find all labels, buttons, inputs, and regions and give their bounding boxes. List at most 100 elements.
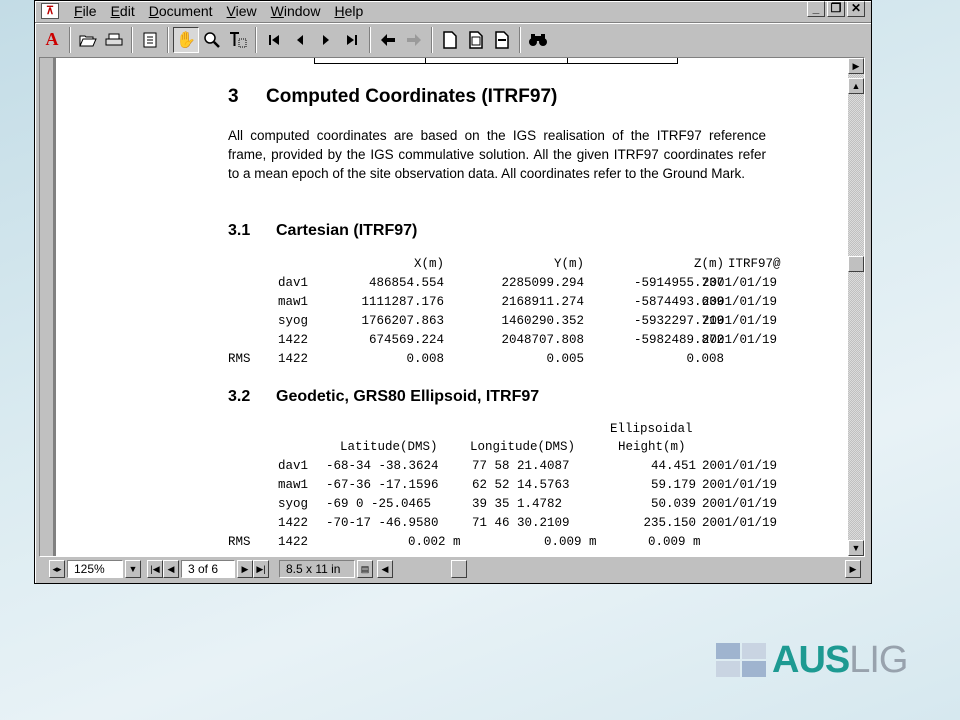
- col-header-latitude: Latitude(DMS): [340, 440, 438, 454]
- scroll-thumb[interactable]: [848, 256, 864, 272]
- epoch-value: 2001/01/19: [702, 314, 778, 328]
- horizontal-scrollbar[interactable]: [431, 560, 841, 578]
- page-layout-icon[interactable]: ▤: [357, 560, 373, 578]
- latitude-value: -67-36 -17.1596: [326, 478, 439, 492]
- actual-size-icon[interactable]: [437, 27, 463, 53]
- scroll-left-icon[interactable]: ◀: [377, 560, 393, 578]
- prev-page-icon[interactable]: ◀: [163, 560, 179, 578]
- go-forward-icon[interactable]: [401, 27, 427, 53]
- page-indicator[interactable]: 3 of 6: [181, 560, 235, 578]
- close-icon[interactable]: ✕: [847, 1, 865, 17]
- site-name: dav1: [278, 459, 309, 473]
- menu-window[interactable]: Window: [264, 3, 328, 19]
- height-value: 235.150: [643, 516, 696, 530]
- latitude-value: -68-34 -38.3624: [326, 459, 439, 473]
- zoom-level[interactable]: 125%: [67, 560, 123, 578]
- scroll-down-icon[interactable]: ▼: [848, 540, 864, 556]
- rms-latitude: 0.002 m: [408, 535, 461, 549]
- toolbar-separator: [255, 26, 257, 53]
- menu-view[interactable]: View: [220, 3, 264, 19]
- restore-icon[interactable]: ❐: [827, 1, 845, 17]
- fit-width-icon[interactable]: [489, 27, 515, 53]
- last-page-icon[interactable]: ▶|: [253, 560, 269, 578]
- minimize-icon[interactable]: _: [807, 1, 825, 17]
- logo-text: AUSLIG: [772, 638, 908, 682]
- next-page-icon[interactable]: ▶: [237, 560, 253, 578]
- go-back-icon[interactable]: [375, 27, 401, 53]
- scroll-right-icon[interactable]: ▶: [845, 560, 861, 578]
- longitude-value: 62 52 14.5763: [472, 478, 570, 492]
- document-page[interactable]: 3 Computed Coordinates (ITRF97) All compu…: [56, 58, 848, 556]
- site-name: 1422: [278, 333, 309, 347]
- page-size: 8.5 x 11 in: [279, 560, 355, 578]
- menu-file[interactable]: File: [67, 3, 104, 19]
- logo-mark-icon: [716, 643, 766, 677]
- scroll-up-icon[interactable]: ▲: [848, 78, 864, 94]
- subsection-title: Geodetic, GRS80 Ellipsoid, ITRF97: [276, 388, 540, 405]
- epoch-value: 2001/01/19: [702, 295, 778, 309]
- site-name: dav1: [278, 276, 309, 290]
- fit-page-icon[interactable]: [463, 27, 489, 53]
- zoom-tool-icon[interactable]: [199, 27, 225, 53]
- y-value: 2048707.808: [501, 333, 584, 347]
- acrobat-window: ⊼ File Edit Document View Window Help _ …: [34, 0, 872, 584]
- section-title: Computed Coordinates (ITRF97): [266, 86, 558, 107]
- col-header-y: Y(m): [553, 257, 584, 271]
- x-value: 486854.554: [368, 276, 444, 290]
- previous-table-bottom: [314, 58, 678, 64]
- site-name: syog: [278, 314, 309, 328]
- rms-height: 0.009 m: [648, 535, 701, 549]
- menu-help[interactable]: Help: [327, 3, 370, 19]
- app-menu-icon[interactable]: ⊼: [41, 3, 59, 19]
- toolbar: A ✋: [35, 22, 871, 56]
- section-number: 3: [228, 86, 239, 107]
- epoch-value: 2001/01/19: [702, 459, 778, 473]
- find-icon[interactable]: [525, 27, 551, 53]
- y-value: 1460290.352: [501, 314, 584, 328]
- auslig-logo: AUSLIG: [716, 638, 908, 682]
- col-header-longitude: Longitude(DMS): [470, 440, 576, 454]
- longitude-value: 71 46 30.2109: [472, 516, 570, 530]
- epoch-value: 2001/01/19: [702, 276, 778, 290]
- scroll-next-page-icon[interactable]: ▶: [848, 58, 864, 74]
- page-only-icon[interactable]: [137, 27, 163, 53]
- logo-text-lig: LIG: [849, 638, 908, 681]
- next-page-icon[interactable]: [313, 27, 339, 53]
- toolbar-separator: [131, 26, 133, 53]
- prev-page-icon[interactable]: [287, 27, 313, 53]
- hscroll-thumb[interactable]: [451, 560, 467, 578]
- hand-tool-icon[interactable]: ✋: [173, 26, 199, 53]
- window-controls: _ ❐ ✕: [807, 1, 865, 17]
- first-page-icon[interactable]: |◀: [147, 560, 163, 578]
- epoch-value: 2001/01/19: [702, 497, 778, 511]
- col-header-z: Z(m): [693, 257, 724, 271]
- navigation-pane-strip[interactable]: [40, 58, 54, 556]
- height-value: 44.451: [650, 459, 696, 473]
- site-name: maw1: [278, 295, 309, 309]
- print-icon[interactable]: [101, 27, 127, 53]
- menu-edit[interactable]: Edit: [104, 3, 142, 19]
- rms-label: RMS: [228, 535, 251, 549]
- x-value: 674569.224: [368, 333, 444, 347]
- first-page-icon[interactable]: [261, 27, 287, 53]
- zoom-dropdown-icon[interactable]: ▼: [125, 560, 141, 578]
- rms-site: 1422: [278, 352, 309, 366]
- menu-document[interactable]: Document: [142, 3, 220, 19]
- text-select-icon[interactable]: [225, 27, 251, 53]
- x-value: 1111287.176: [361, 295, 444, 309]
- subsection-title: Cartesian (ITRF97): [276, 222, 418, 239]
- document-frame: 3 Computed Coordinates (ITRF97) All compu…: [39, 57, 865, 557]
- split-handle-icon[interactable]: ◂▸: [49, 560, 65, 578]
- last-page-icon[interactable]: [339, 27, 365, 53]
- col-header-epoch: ITRF97@: [728, 257, 781, 271]
- acrobat-icon[interactable]: A: [39, 27, 65, 53]
- open-icon[interactable]: [75, 27, 101, 53]
- rms-z: 0.008: [686, 352, 724, 366]
- menu-bar: ⊼ File Edit Document View Window Help _ …: [35, 1, 871, 21]
- y-value: 2285099.294: [501, 276, 584, 290]
- x-value: 1766207.863: [361, 314, 444, 328]
- subsection-heading: 3.2 Geodetic, GRS80 Ellipsoid, ITRF97: [228, 388, 539, 406]
- status-bar: ◂▸ 125% ▼ |◀ ◀ 3 of 6 ▶ ▶| 8.5 x 11 in ▤…: [39, 559, 865, 579]
- vertical-scrollbar[interactable]: ▶ ▲ ▼: [848, 58, 864, 556]
- section-heading: 3 Computed Coordinates (ITRF97): [228, 86, 557, 108]
